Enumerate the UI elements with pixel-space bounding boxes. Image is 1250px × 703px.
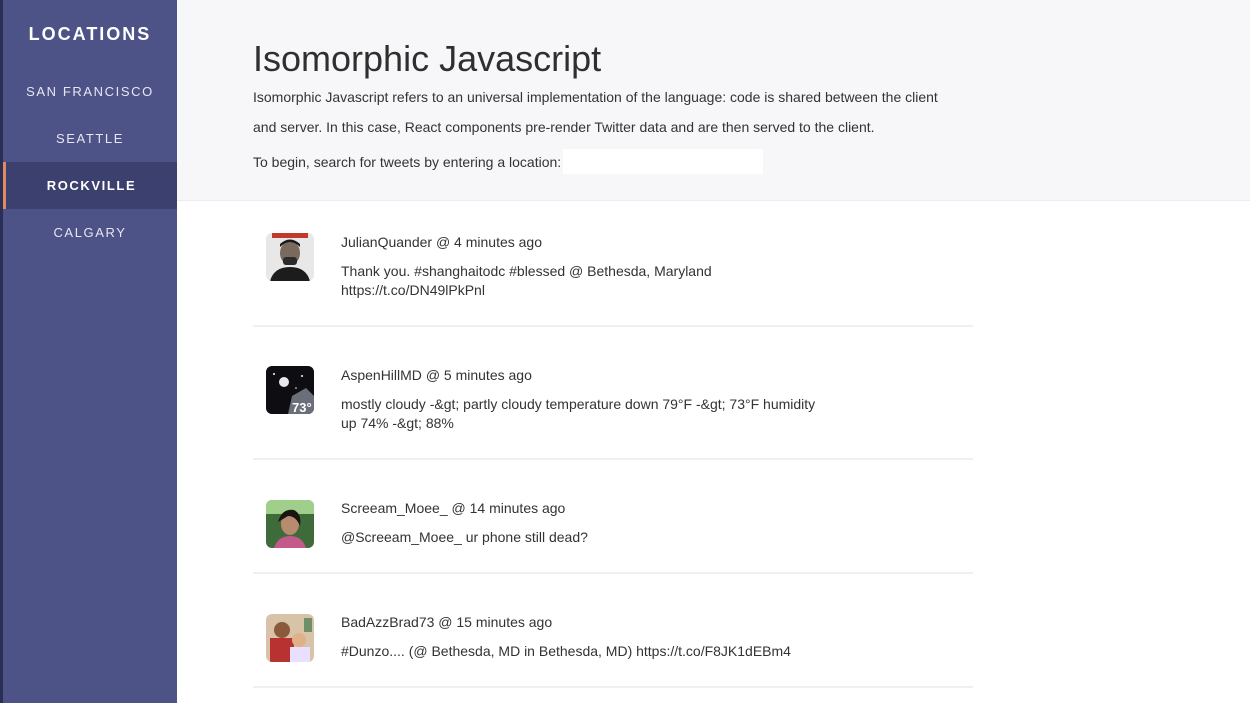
tweet-text: mostly cloudy -&gt; partly cloudy temper… xyxy=(341,396,816,431)
weather-avatar-label: 73° xyxy=(292,400,312,414)
tweet-meta: AspenHillMD @ 5 minutes ago xyxy=(341,367,532,383)
tweet-time: @ 5 minutes ago xyxy=(425,367,532,383)
app: LOCATIONS SAN FRANCISCO SEATTLE ROCKVILL… xyxy=(0,0,1250,703)
page-title: Isomorphic Javascript xyxy=(253,38,602,79)
tweet-meta: JulianQuander @ 4 minutes ago xyxy=(341,234,542,250)
sidebar-item-san-francisco[interactable]: SAN FRANCISCO xyxy=(3,68,177,115)
tweet-list: JulianQuander @ 4 minutes ago Thank you.… xyxy=(253,201,973,688)
tweet-item: Screeam_Moee_ @ 14 minutes ago @Screeam_… xyxy=(253,460,973,574)
locations-sidebar: LOCATIONS SAN FRANCISCO SEATTLE ROCKVILL… xyxy=(0,0,177,703)
tweet-username[interactable]: BadAzzBrad73 xyxy=(341,614,434,630)
tweet-text: Thank you. #shanghaitodc #blessed @ Beth… xyxy=(341,263,712,298)
location-input[interactable] xyxy=(563,149,764,174)
tweet-time: @ 4 minutes ago xyxy=(435,234,542,250)
search-prompt: To begin, search for tweets by entering … xyxy=(253,153,562,170)
sidebar-title: LOCATIONS xyxy=(28,24,152,44)
tweet-text: #Dunzo.... (@ Bethesda, MD in Bethesda, … xyxy=(341,643,791,659)
tweet-meta: BadAzzBrad73 @ 15 minutes ago xyxy=(341,614,552,630)
tweet-item: JulianQuander @ 4 minutes ago Thank you.… xyxy=(253,201,973,327)
sidebar-item-seattle[interactable]: SEATTLE xyxy=(3,115,177,162)
tweet-username[interactable]: AspenHillMD xyxy=(341,367,422,383)
tweet-meta: Screeam_Moee_ @ 14 minutes ago xyxy=(341,500,565,516)
location-search: To begin, search for tweets by entering … xyxy=(253,149,764,174)
intro-header: Isomorphic Javascript Isomorphic Javascr… xyxy=(177,0,1250,201)
tweet-time: @ 15 minutes ago xyxy=(438,614,553,630)
photo-avatar[interactable] xyxy=(266,500,314,548)
sidebar-item-rockville[interactable]: ROCKVILLE xyxy=(3,162,177,209)
weather-avatar[interactable]: 73° xyxy=(266,366,314,414)
tweet-time: @ 14 minutes ago xyxy=(451,500,566,516)
portrait-avatar[interactable] xyxy=(266,233,314,281)
tweet-username[interactable]: JulianQuander xyxy=(341,234,432,250)
tweet-item: 73° AspenHillMD @ 5 minutes ago mostly c… xyxy=(253,327,973,460)
tweet-username[interactable]: Screeam_Moee_ xyxy=(341,500,448,516)
tweet-text: @Screeam_Moee_ ur phone still dead? xyxy=(341,529,588,545)
family-avatar[interactable] xyxy=(266,614,314,662)
intro-description: Isomorphic Javascript refers to an unive… xyxy=(253,89,938,135)
sidebar-item-calgary[interactable]: CALGARY xyxy=(3,209,177,256)
tweet-item: BadAzzBrad73 @ 15 minutes ago #Dunzo....… xyxy=(253,574,973,688)
